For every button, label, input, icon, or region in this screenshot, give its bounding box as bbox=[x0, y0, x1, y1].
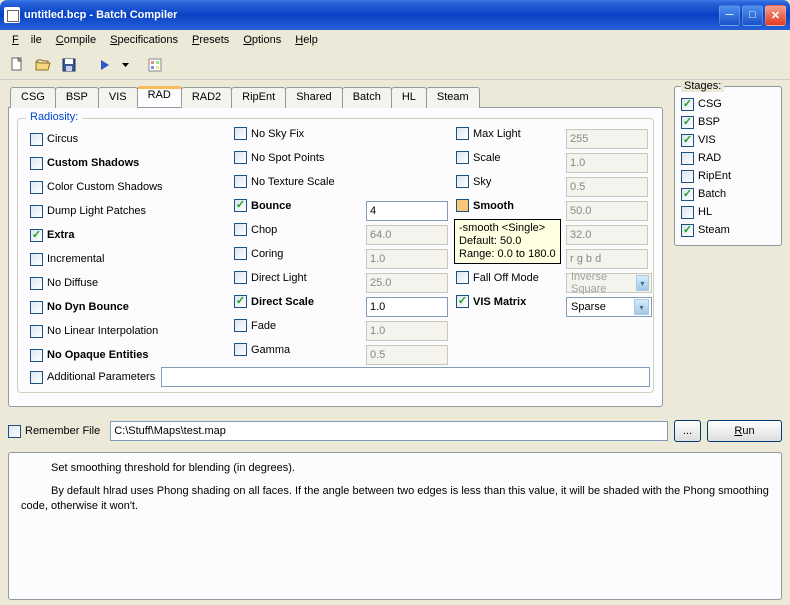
stage-bsp[interactable]: BSP bbox=[681, 113, 775, 131]
option-smooth[interactable]: Smooth bbox=[456, 199, 514, 212]
option-no-diffuse[interactable]: No Diffuse bbox=[30, 277, 98, 290]
option-extra[interactable]: Extra bbox=[30, 229, 75, 242]
option-no-linear-interpolation[interactable]: No Linear Interpolation bbox=[30, 325, 158, 338]
run-button[interactable]: Run bbox=[707, 420, 782, 442]
stage-csg[interactable]: CSG bbox=[681, 95, 775, 113]
menu-file[interactable]: File bbox=[6, 32, 48, 48]
tab-shared[interactable]: Shared bbox=[285, 87, 342, 108]
option-vis-matrix[interactable]: VIS Matrix bbox=[456, 295, 526, 308]
option-no-spot-points[interactable]: No Spot Points bbox=[234, 151, 324, 164]
chevron-down-icon: ▾ bbox=[634, 299, 649, 315]
option-chop[interactable]: Chop bbox=[234, 223, 277, 236]
option-sky[interactable]: Sky bbox=[456, 175, 491, 188]
option-no-opaque-entities[interactable]: No Opaque Entities bbox=[30, 349, 148, 362]
option-additional-parameters[interactable]: Additional Parameters bbox=[30, 371, 155, 384]
tab-hl[interactable]: HL bbox=[391, 87, 427, 108]
stages-title: Stages: bbox=[681, 80, 724, 92]
option-no-texture-scale[interactable]: No Texture Scale bbox=[234, 175, 335, 188]
close-button[interactable]: ✕ bbox=[765, 5, 786, 26]
tab-vis[interactable]: VIS bbox=[98, 87, 138, 108]
toolbar bbox=[0, 50, 790, 80]
tab-ripent[interactable]: RipEnt bbox=[231, 87, 286, 108]
option-dump-light-patches[interactable]: Dump Light Patches bbox=[30, 205, 146, 218]
run-dropdown-icon[interactable] bbox=[120, 54, 130, 76]
stage-ripent[interactable]: RipEnt bbox=[681, 167, 775, 185]
option-incremental[interactable]: Incremental bbox=[30, 253, 104, 266]
description-box: Set smoothing threshold for blending (in… bbox=[8, 452, 782, 600]
window-title: untitled.bcp - Batch Compiler bbox=[24, 9, 717, 21]
open-button[interactable] bbox=[32, 54, 54, 76]
option-color-custom-shadows[interactable]: Color Custom Shadows bbox=[30, 181, 163, 194]
maximize-button[interactable]: □ bbox=[742, 5, 763, 26]
browse-button[interactable]: ... bbox=[674, 420, 701, 442]
option-no-dyn-bounce[interactable]: No Dyn Bounce bbox=[30, 301, 129, 314]
stage-steam[interactable]: Steam bbox=[681, 221, 775, 239]
menu-compile[interactable]: Compile bbox=[50, 32, 102, 48]
tab-rad[interactable]: RAD bbox=[137, 86, 182, 107]
scale-input bbox=[566, 153, 648, 173]
menu-options[interactable]: Options bbox=[237, 32, 287, 48]
gamma-input bbox=[366, 345, 448, 365]
stage-vis[interactable]: VIS bbox=[681, 131, 775, 149]
stage-rad[interactable]: RAD bbox=[681, 149, 775, 167]
app-icon bbox=[4, 7, 20, 23]
fade-input bbox=[366, 321, 448, 341]
option-bounce[interactable]: Bounce bbox=[234, 199, 291, 212]
option-fade[interactable]: Fade bbox=[234, 319, 276, 332]
new-button[interactable] bbox=[6, 54, 28, 76]
option-circus[interactable]: Circus bbox=[30, 133, 78, 146]
smooth-input bbox=[566, 201, 648, 221]
bounce-input[interactable] bbox=[366, 201, 448, 221]
tab-batch[interactable]: Batch bbox=[342, 87, 392, 108]
fieldset-legend: Radiosity: bbox=[26, 111, 82, 123]
tab-rad2[interactable]: RAD2 bbox=[181, 87, 232, 108]
option-gamma[interactable]: Gamma bbox=[234, 343, 290, 356]
save-button[interactable] bbox=[58, 54, 80, 76]
menu-specifications[interactable]: Specifications bbox=[104, 32, 184, 48]
menu-help[interactable]: Help bbox=[289, 32, 324, 48]
option-max-light[interactable]: Max Light bbox=[456, 127, 521, 140]
specs-toolbar-button[interactable] bbox=[144, 54, 166, 76]
smooth-tooltip: -smooth <Single> Default: 50.0 Range: 0.… bbox=[454, 219, 561, 264]
soft-light-input bbox=[566, 225, 648, 245]
option-direct-light[interactable]: Direct Light bbox=[234, 271, 307, 284]
tab-steam[interactable]: Steam bbox=[426, 87, 480, 108]
menu-presets[interactable]: Presets bbox=[186, 32, 235, 48]
stages-box: Stages: CSGBSPVISRADRipEntBatchHLSteam bbox=[674, 86, 782, 246]
minimize-button[interactable]: ─ bbox=[719, 5, 740, 26]
texture-data-input bbox=[566, 249, 648, 269]
chop-input bbox=[366, 225, 448, 245]
max-light-input bbox=[566, 129, 648, 149]
map-file-input[interactable] bbox=[110, 421, 668, 441]
sky-input bbox=[566, 177, 648, 197]
option-custom-shadows[interactable]: Custom Shadows bbox=[30, 157, 139, 170]
option-coring[interactable]: Coring bbox=[234, 247, 283, 260]
vis-matrix-select[interactable]: Sparse▾ bbox=[566, 297, 652, 317]
additional-parameters-input[interactable] bbox=[161, 367, 650, 387]
radiosity-fieldset: Radiosity: CircusCustom ShadowsColor Cus… bbox=[17, 118, 654, 393]
titlebar: untitled.bcp - Batch Compiler ─ □ ✕ bbox=[0, 0, 790, 30]
option-direct-scale[interactable]: Direct Scale bbox=[234, 295, 314, 308]
chevron-down-icon: ▾ bbox=[636, 275, 649, 291]
option-scale[interactable]: Scale bbox=[456, 151, 501, 164]
menubar: File Compile Specifications Presets Opti… bbox=[0, 30, 790, 50]
option-fall-off-mode[interactable]: Fall Off Mode bbox=[456, 271, 539, 284]
remember-file-checkbox[interactable]: Remember File bbox=[8, 425, 100, 438]
tab-panel-rad: Radiosity: Circus Custom Shadows Color Cus… bbox=[8, 107, 663, 407]
stage-hl[interactable]: HL bbox=[681, 203, 775, 221]
tab-csg[interactable]: CSG bbox=[10, 87, 56, 108]
tabstrip: CSGBSPVISRADRAD2RipEntSharedBatchHLSteam bbox=[8, 86, 663, 107]
direct-scale-input[interactable] bbox=[366, 297, 448, 317]
fall-off-mode-select: Inverse Square▾ bbox=[566, 273, 652, 293]
coring-input bbox=[366, 249, 448, 269]
stage-batch[interactable]: Batch bbox=[681, 185, 775, 203]
option-no-sky-fix[interactable]: No Sky Fix bbox=[234, 127, 304, 140]
run-toolbar-button[interactable] bbox=[94, 54, 116, 76]
direct-light-input bbox=[366, 273, 448, 293]
tab-bsp[interactable]: BSP bbox=[55, 87, 99, 108]
